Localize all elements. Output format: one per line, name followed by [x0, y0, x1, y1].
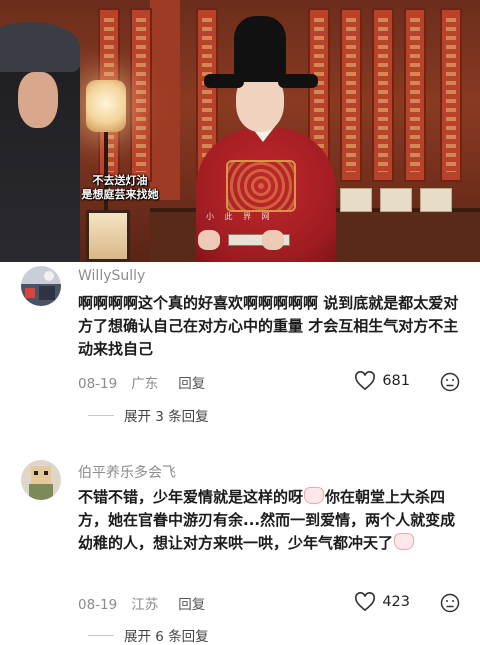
dislike-face-icon[interactable] — [440, 593, 460, 613]
divider — [88, 634, 114, 636]
comment-meta: 08-19 江苏 回复 — [78, 593, 219, 613]
comment-location: 广东 — [131, 376, 159, 392]
comment-date: 08-19 — [78, 597, 118, 613]
calligraphy-banner — [440, 8, 462, 182]
username[interactable]: 伯平养乐多会飞 — [78, 462, 176, 482]
calligraphy-banner — [372, 8, 394, 182]
box-lamp — [86, 210, 130, 262]
subtitle-line-2: 是想庭芸来找她 — [81, 188, 159, 201]
dislike-face-icon[interactable] — [440, 372, 460, 392]
lantern — [86, 80, 126, 132]
cat-emoji-icon — [304, 487, 325, 504]
calligraphy-banner — [404, 8, 426, 182]
hat-wing — [278, 74, 318, 88]
username[interactable]: WillySully — [78, 268, 145, 284]
like-count: 423 — [382, 594, 410, 610]
heart-outline-icon — [355, 592, 376, 612]
expand-replies-label: 展开 6 条回复 — [124, 629, 209, 645]
cat-emoji-icon — [394, 533, 415, 550]
expand-replies[interactable]: 展开 6 条回复 — [88, 625, 209, 645]
scroll-stack — [420, 188, 452, 212]
comment-text: 不错不错，少年爱情就是这样的呀 你在朝堂上大杀四方，她在官眷中游刃有余...然而一… — [78, 486, 468, 555]
guard-face — [18, 72, 58, 128]
scroll-stack — [380, 188, 412, 212]
heart-outline-icon — [355, 371, 376, 391]
comment-location: 江苏 — [131, 597, 159, 613]
scroll-stack — [340, 188, 372, 212]
calligraphy-banner — [340, 8, 362, 182]
video-frame[interactable]: 不去送灯油 是想庭芸来找她 小 此 界 网 — [0, 0, 480, 262]
hat-wing — [204, 74, 244, 88]
like-button[interactable]: 681 — [354, 371, 410, 391]
comment-meta: 08-19 广东 回复 — [78, 372, 219, 392]
pillar — [150, 0, 180, 200]
reply-button[interactable]: 回复 — [178, 597, 205, 613]
reply-button[interactable]: 回复 — [178, 376, 205, 392]
robe-embroidery — [226, 160, 296, 212]
comment-text-part-1: 不错不错，少年爱情就是这样的呀 — [78, 488, 304, 506]
hand — [262, 230, 284, 250]
hand — [198, 230, 220, 250]
video-watermark: 小 此 界 网 — [206, 212, 274, 221]
comment-text: 啊啊啊啊这个真的好喜欢啊啊啊啊啊 说到底就是都太爱对方了想确认自己在对方心中的重… — [78, 294, 459, 358]
expand-replies[interactable]: 展开 3 条回复 — [88, 405, 209, 425]
divider — [88, 414, 114, 416]
official-hat — [234, 16, 286, 82]
avatar[interactable] — [21, 460, 61, 500]
avatar[interactable] — [21, 266, 61, 306]
comment-item: 伯平养乐多会飞 不错不错，少年爱情就是这样的呀 你在朝堂上大杀四方，她在官眷中游刃… — [0, 454, 480, 645]
calligraphy-banner — [130, 8, 152, 182]
guard-helmet — [0, 22, 80, 72]
like-count: 681 — [382, 373, 410, 389]
comment-date: 08-19 — [78, 376, 118, 392]
comment-item: WillySully 啊啊啊啊这个真的好喜欢啊啊啊啊啊 说到底就是都太爱对方了想… — [0, 262, 480, 434]
like-button[interactable]: 423 — [354, 592, 410, 612]
expand-replies-label: 展开 3 条回复 — [124, 409, 209, 425]
